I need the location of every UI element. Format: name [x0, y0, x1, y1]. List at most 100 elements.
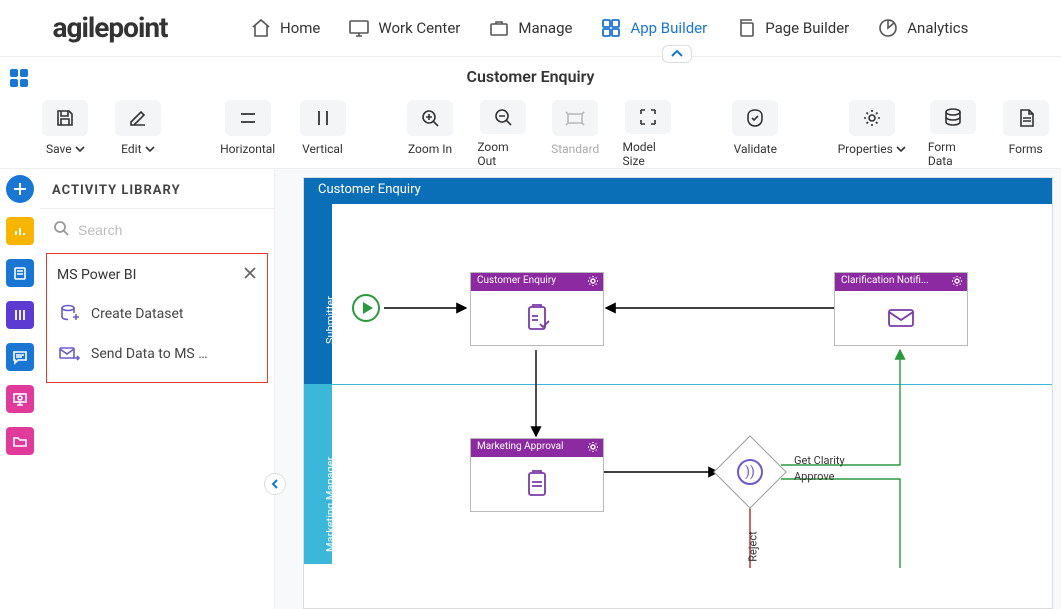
forms-label: Forms: [1009, 142, 1043, 156]
start-node[interactable]: [352, 294, 380, 322]
activity-create-dataset[interactable]: Create Dataset: [53, 294, 261, 334]
collapse-panel-button[interactable]: [264, 473, 286, 495]
mail-icon: [835, 291, 967, 345]
lane-submitter[interactable]: Submitter: [304, 204, 332, 384]
activity-group-title: MS Power BI: [57, 267, 136, 283]
close-group-button[interactable]: [243, 266, 257, 284]
apps-grid-button[interactable]: [8, 67, 30, 93]
process-canvas[interactable]: Customer Enquiry Submitter Marketing Man…: [303, 177, 1053, 609]
gear-icon[interactable]: [587, 441, 599, 456]
nav-pagebuilder-label: Page Builder: [765, 19, 849, 37]
nav-items: Home Work Center Manage App Builder Page…: [250, 17, 968, 39]
formdata-button[interactable]: Form Data: [928, 100, 979, 168]
lane-submitter-label: Submitter: [324, 296, 337, 344]
title-row: Customer Enquiry: [0, 56, 1061, 96]
gateway-icon: )): [737, 459, 763, 485]
properties-button[interactable]: Properties: [838, 100, 906, 168]
nav-manage[interactable]: Manage: [488, 17, 572, 39]
task-title: Customer Enquiry: [477, 275, 556, 286]
canvas-wrapper: Customer Enquiry Submitter Marketing Man…: [275, 169, 1061, 609]
activity-item-label: Create Dataset: [91, 306, 183, 322]
search-icon: [52, 219, 70, 241]
edge-reject-label: Reject: [747, 531, 760, 561]
activity-group-selected: MS Power BI Create Dataset Send Data to …: [46, 253, 268, 383]
nav-home[interactable]: Home: [250, 17, 320, 39]
task-clarification[interactable]: Clarification Notifi...: [834, 272, 968, 346]
rail-add-button[interactable]: [6, 175, 34, 203]
zoomout-button[interactable]: Zoom Out: [477, 100, 528, 168]
top-nav: agilepoint Home Work Center Manage App B…: [0, 0, 1061, 56]
rail-reports-button[interactable]: [6, 217, 34, 245]
zoomout-label: Zoom Out: [477, 140, 528, 168]
nav-workcenter-label: Work Center: [378, 19, 460, 37]
nav-analytics-label: Analytics: [907, 19, 968, 37]
rail-chat-button[interactable]: [6, 343, 34, 371]
mail-arrow-icon: [57, 342, 81, 366]
main: ACTIVITY LIBRARY MS Power BI Create Data…: [0, 168, 1061, 609]
gear-icon[interactable]: [587, 275, 599, 290]
edge-get-clarity-label: Get Clarity: [794, 454, 845, 467]
left-rail: [0, 169, 40, 609]
lane-marketing-manager[interactable]: Marketing Manager: [304, 384, 332, 564]
briefcase-icon: [488, 17, 510, 39]
page-title: Customer Enquiry: [466, 67, 594, 86]
database-plus-icon: [57, 302, 81, 326]
rail-folder-button[interactable]: [6, 427, 34, 455]
search-row: [40, 211, 274, 249]
save-button[interactable]: Save: [40, 100, 91, 168]
save-label: Save: [46, 142, 72, 156]
modelsize-button[interactable]: Model Size: [622, 100, 673, 168]
nav-manage-label: Manage: [518, 19, 572, 37]
activity-library-title: ACTIVITY LIBRARY: [40, 169, 274, 208]
modelsize-label: Model Size: [622, 140, 673, 168]
formdata-label: Form Data: [928, 140, 979, 168]
piechart-icon: [877, 17, 899, 39]
lane-divider: [332, 384, 1052, 385]
rail-presentation-button[interactable]: [6, 385, 34, 413]
nav-home-label: Home: [280, 19, 320, 37]
copy-icon: [735, 17, 757, 39]
toolbar: Save Edit Horizontal Vertical Zoom In Zo…: [0, 96, 1061, 168]
activity-library-panel: ACTIVITY LIBRARY MS Power BI Create Data…: [40, 169, 275, 609]
task-customer-enquiry[interactable]: Customer Enquiry: [470, 272, 604, 346]
validate-button[interactable]: Validate: [730, 100, 781, 168]
apps-icon: [600, 17, 622, 39]
standard-label: Standard: [551, 142, 599, 156]
edit-button[interactable]: Edit: [113, 100, 164, 168]
edge-approve-label: Approve: [794, 470, 834, 483]
nav-analytics[interactable]: Analytics: [877, 17, 968, 39]
validate-label: Validate: [734, 142, 777, 156]
vertical-button[interactable]: Vertical: [297, 100, 348, 168]
vertical-label: Vertical: [302, 142, 343, 156]
collapse-header-button[interactable]: [662, 45, 692, 63]
logo: agilepoint: [10, 11, 210, 44]
nav-appbuilder-label: App Builder: [630, 19, 707, 37]
task-title: Clarification Notifi...: [841, 275, 929, 286]
lane-marketing-manager-label: Marketing Manager: [324, 457, 337, 552]
forms-button[interactable]: Forms: [1000, 100, 1051, 168]
canvas-title: Customer Enquiry: [304, 178, 1052, 204]
horizontal-label: Horizontal: [220, 142, 275, 156]
horizontal-button[interactable]: Horizontal: [220, 100, 275, 168]
gear-icon[interactable]: [951, 275, 963, 290]
logo-text: agilepoint: [52, 11, 167, 44]
zoomin-button[interactable]: Zoom In: [405, 100, 456, 168]
rail-clipboard-button[interactable]: [6, 259, 34, 287]
connectors: [304, 178, 1044, 568]
activity-send-data[interactable]: Send Data to MS …: [53, 334, 261, 374]
rail-columns-button[interactable]: [6, 301, 34, 329]
clipboard-icon: [471, 457, 603, 511]
nav-appbuilder[interactable]: App Builder: [600, 17, 707, 39]
zoomin-label: Zoom In: [408, 142, 452, 156]
standard-button[interactable]: Standard: [550, 100, 601, 168]
nav-pagebuilder[interactable]: Page Builder: [735, 17, 849, 39]
nav-workcenter[interactable]: Work Center: [348, 17, 460, 39]
monitor-icon: [348, 17, 370, 39]
task-marketing-approval[interactable]: Marketing Approval: [470, 438, 604, 512]
gateway-node[interactable]: )): [713, 435, 787, 509]
home-icon: [250, 17, 272, 39]
edit-label: Edit: [121, 142, 141, 156]
activity-item-label: Send Data to MS …: [91, 346, 208, 362]
clipboard-check-icon: [471, 291, 603, 345]
search-input[interactable]: [78, 222, 262, 238]
